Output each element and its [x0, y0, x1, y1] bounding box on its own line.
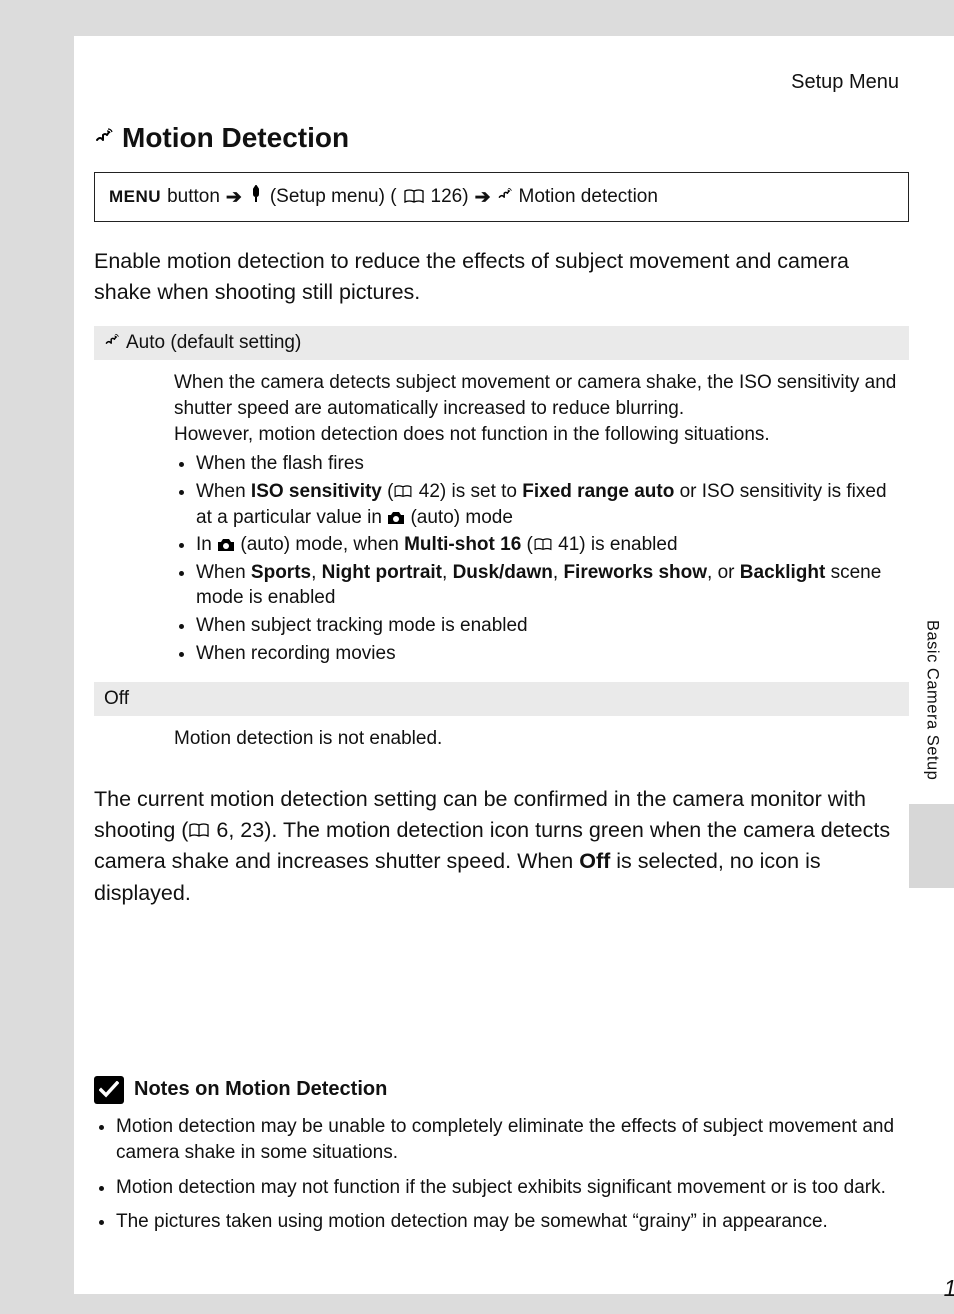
option-auto-label: Auto (default setting) [126, 332, 301, 354]
book-icon [188, 823, 210, 839]
motion-detection-icon [94, 126, 114, 152]
menu-label: MENU [109, 187, 161, 207]
option-auto-header: Auto (default setting) [94, 326, 909, 360]
breadcrumb-text: 126) [431, 186, 469, 208]
side-tab: Basic Camera Setup [909, 596, 954, 888]
auto-bullet: In (auto) mode, when Multi-shot 16 ( 41)… [196, 532, 899, 558]
section-header: Setup Menu [94, 71, 909, 94]
check-badge-icon [94, 1076, 124, 1104]
camera-icon [387, 511, 405, 525]
book-icon [393, 485, 413, 499]
auto-bullet: When the flash fires [196, 451, 899, 477]
book-icon [533, 538, 553, 552]
side-tab-label: Basic Camera Setup [923, 620, 942, 780]
auto-bullet: When Sports, Night portrait, Dusk/dawn, … [196, 560, 899, 611]
page-number: 135 [944, 1275, 954, 1302]
wrench-icon [248, 185, 264, 209]
auto-p2: However, motion detection does not funct… [174, 422, 899, 448]
motion-detection-small-icon [497, 186, 513, 208]
auto-p1: When the camera detects subject movement… [174, 370, 899, 421]
auto-bullet: When ISO sensitivity ( 42) is set to Fix… [196, 479, 899, 530]
note-item: Motion detection may not function if the… [116, 1175, 899, 1202]
lead-paragraph: Enable motion detection to reduce the ef… [94, 246, 909, 308]
confirmation-paragraph: The current motion detection setting can… [94, 784, 909, 909]
side-tab-block [909, 804, 954, 888]
motion-detection-small-icon [104, 332, 120, 354]
breadcrumb-text: button [167, 186, 220, 208]
breadcrumb-text: Motion detection [519, 186, 658, 208]
notes-title: Notes on Motion Detection [134, 1078, 387, 1101]
breadcrumb-text: (Setup menu) ( [270, 186, 397, 208]
page-title: Motion Detection [94, 122, 909, 154]
camera-icon [217, 538, 235, 552]
note-item: Motion detection may be unable to comple… [116, 1114, 899, 1167]
arrow-icon: ➔ [475, 186, 491, 209]
notes-section: Notes on Motion Detection Motion detecti… [94, 1076, 899, 1244]
option-off-label: Off [104, 688, 129, 710]
option-off-header: Off [94, 682, 909, 716]
breadcrumb-path: MENU button ➔ (Setup menu) ( 126) ➔ Moti… [94, 172, 909, 222]
auto-bullet: When subject tracking mode is enabled [196, 613, 899, 639]
book-icon [403, 189, 425, 205]
option-off-body: Motion detection is not enabled. [94, 716, 909, 766]
arrow-icon: ➔ [226, 186, 242, 209]
option-auto-body: When the camera detects subject movement… [94, 360, 909, 682]
auto-bullet: When recording movies [196, 641, 899, 667]
title-text: Motion Detection [122, 122, 349, 154]
note-item: The pictures taken using motion detectio… [116, 1209, 899, 1236]
